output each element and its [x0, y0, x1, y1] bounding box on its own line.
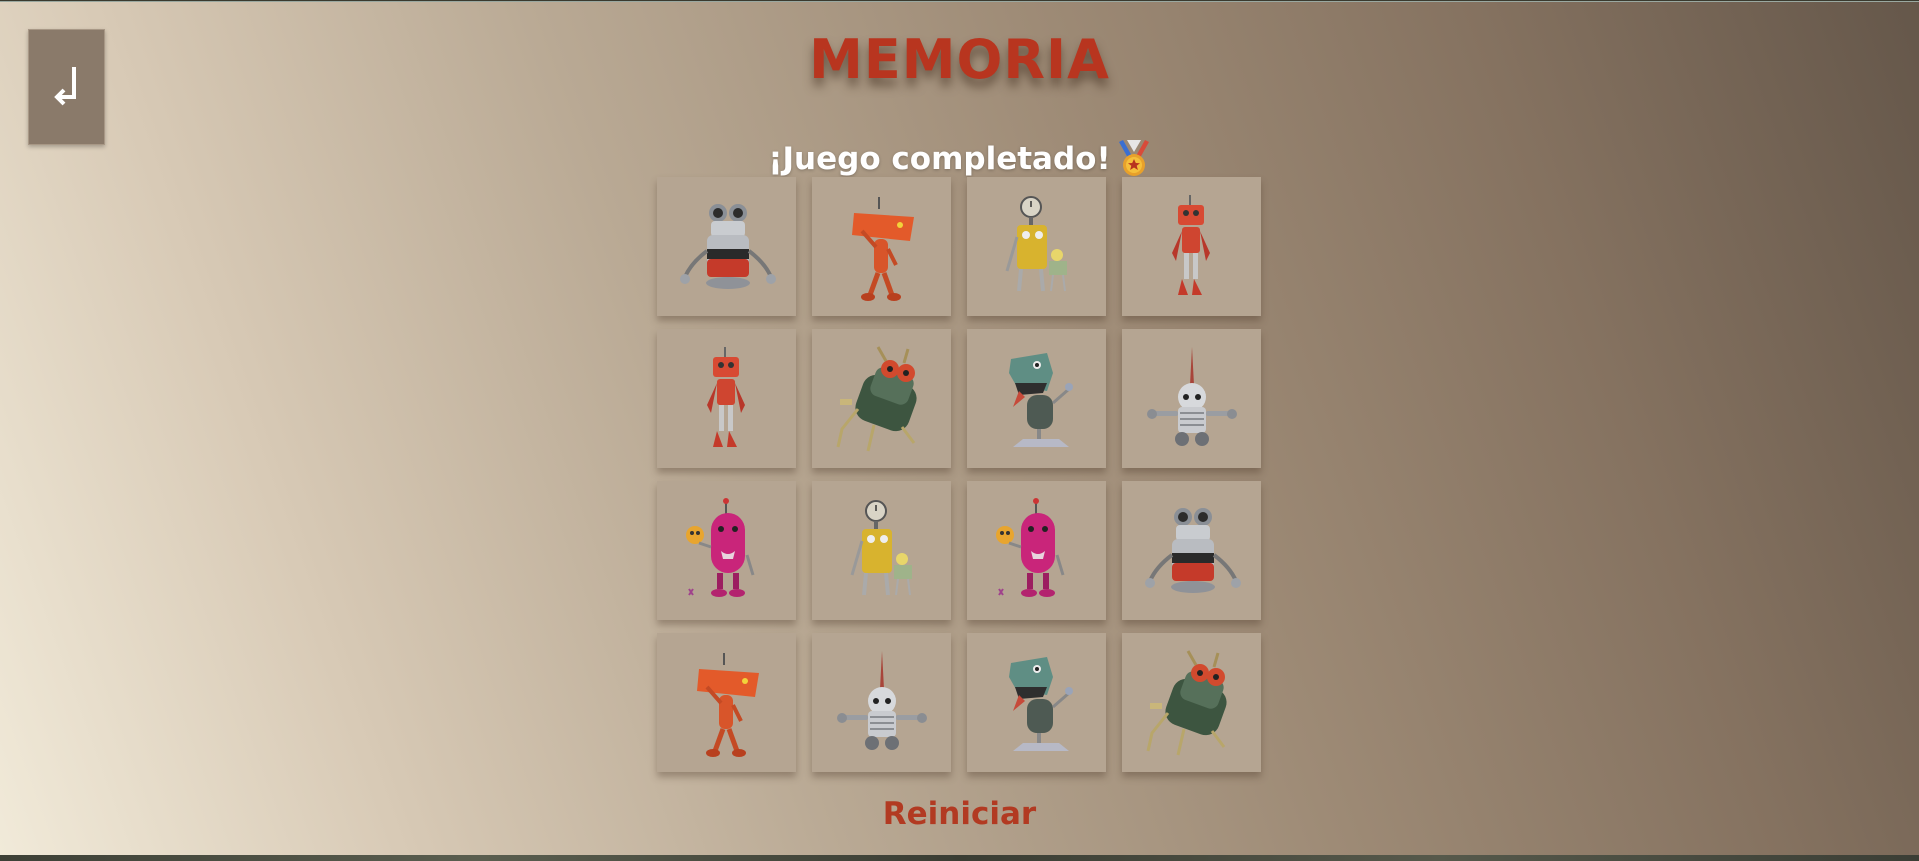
silver-spike-robot-image — [836, 650, 927, 750]
memory-card[interactable] — [1122, 177, 1261, 316]
medal-icon — [1118, 140, 1149, 176]
status-text: ¡Juego completado! — [768, 141, 1111, 177]
memory-card[interactable] — [657, 633, 796, 772]
orange-tv-head-robot-image — [696, 652, 759, 757]
memory-card[interactable] — [1122, 633, 1261, 772]
page-title: MEMORIA — [809, 28, 1110, 91]
memory-board — [657, 177, 1261, 772]
memory-card[interactable] — [1122, 329, 1261, 468]
memory-card[interactable] — [657, 177, 796, 316]
yellow-clock-robot-image — [850, 499, 912, 595]
yellow-clock-robot-image — [1005, 195, 1067, 291]
red-thin-robot-image — [706, 346, 745, 447]
memory-card[interactable] — [812, 329, 951, 468]
memory-card[interactable] — [1122, 481, 1261, 620]
memory-card[interactable] — [812, 177, 951, 316]
green-beetle-robot-image — [1146, 649, 1227, 755]
memory-card[interactable] — [967, 633, 1106, 772]
landscape-strip — [0, 855, 1919, 861]
restart-area: Reiniciar — [0, 796, 1919, 832]
green-beetle-robot-image — [836, 345, 917, 451]
memory-card[interactable] — [812, 481, 951, 620]
teal-dino-robot-image — [1008, 352, 1073, 447]
orange-tv-head-robot-image — [851, 196, 914, 301]
memory-card[interactable] — [812, 633, 951, 772]
red-thin-robot-image — [1171, 194, 1210, 295]
silver-barrel-robot-image — [1144, 507, 1241, 593]
pink-capsule-robot-image — [995, 497, 1064, 597]
restart-button[interactable]: Reiniciar — [883, 796, 1036, 832]
memory-card[interactable] — [657, 481, 796, 620]
memory-card[interactable] — [657, 329, 796, 468]
game-status: ¡Juego completado! — [0, 140, 1919, 178]
silver-spike-robot-image — [1146, 346, 1237, 446]
memory-card[interactable] — [967, 177, 1106, 316]
teal-dino-robot-image — [1008, 656, 1073, 751]
silver-barrel-robot-image — [679, 203, 776, 289]
memory-card[interactable] — [967, 329, 1106, 468]
pink-capsule-robot-image — [685, 497, 754, 597]
memory-card[interactable] — [967, 481, 1106, 620]
